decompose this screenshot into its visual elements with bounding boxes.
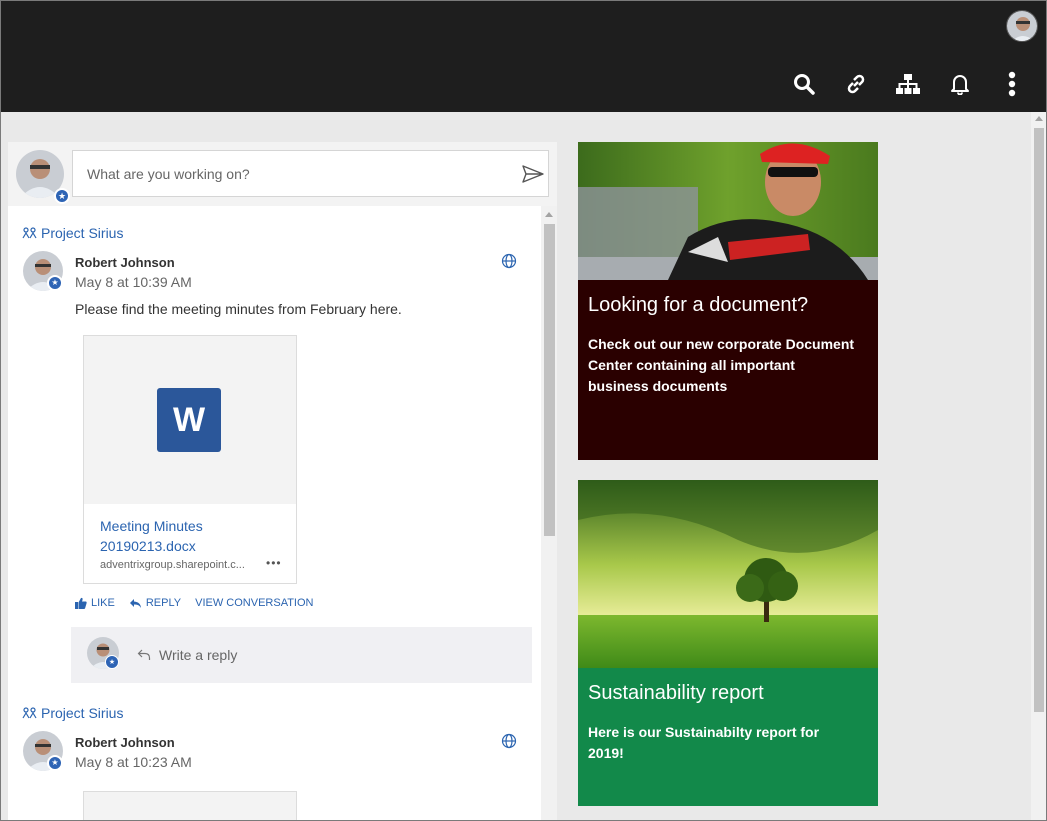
sitemap-icon[interactable] bbox=[894, 70, 922, 98]
group-link[interactable]: Project Sirius bbox=[22, 225, 123, 241]
attachment-card[interactable]: W Meeting Minutes 20190213.docx adventri… bbox=[83, 335, 297, 584]
reply-box: ★ Write a reply bbox=[71, 627, 532, 683]
user-avatar[interactable] bbox=[1006, 10, 1038, 42]
promo-card-sustainability[interactable]: Sustainability report Here is our Sustai… bbox=[578, 480, 878, 806]
attachment-card[interactable] bbox=[83, 791, 297, 821]
search-icon[interactable] bbox=[790, 70, 818, 98]
scroll-up-arrow[interactable] bbox=[1035, 116, 1043, 121]
post-date[interactable]: May 8 at 10:39 AM bbox=[75, 274, 192, 290]
reply-placeholder[interactable]: Write a reply bbox=[159, 647, 237, 663]
composer-input[interactable]: What are you working on? bbox=[72, 150, 549, 197]
attachment-title[interactable]: Meeting Minutes 20190213.docx bbox=[100, 516, 280, 556]
group-link[interactable]: Project Sirius bbox=[22, 705, 123, 721]
like-label[interactable]: LIKE bbox=[91, 597, 115, 609]
reply-arrow-icon bbox=[137, 649, 151, 660]
cyclist-image bbox=[578, 142, 878, 280]
author-name[interactable]: Robert Johnson bbox=[75, 255, 175, 270]
post-composer: ★ What are you working on? bbox=[8, 142, 557, 206]
scrollbar-thumb[interactable] bbox=[544, 224, 555, 536]
post-actions: LIKE REPLY VIEW CONVERSATION bbox=[75, 597, 314, 609]
like-button[interactable]: LIKE bbox=[75, 597, 115, 609]
composer-avatar: ★ bbox=[16, 150, 70, 204]
star-badge-icon: ★ bbox=[105, 655, 119, 669]
feed-scrollbar[interactable] bbox=[541, 206, 557, 821]
star-badge-icon: ★ bbox=[54, 188, 70, 204]
author-name[interactable]: Robert Johnson bbox=[75, 735, 175, 750]
page-scrollbar[interactable] bbox=[1031, 112, 1047, 821]
promo-title[interactable]: Sustainability report bbox=[588, 682, 764, 705]
tree-landscape-image bbox=[578, 480, 878, 668]
link-icon[interactable] bbox=[842, 70, 870, 98]
send-icon[interactable] bbox=[522, 164, 544, 184]
promo-text: Here is our Sustainabilty report for 201… bbox=[588, 724, 820, 761]
post-text: Please find the meeting minutes from Feb… bbox=[75, 301, 402, 317]
word-icon: W bbox=[157, 388, 221, 452]
promo-title[interactable]: Looking for a document? bbox=[588, 294, 808, 317]
reply-icon bbox=[129, 598, 141, 608]
group-name[interactable]: Project Sirius bbox=[41, 225, 123, 241]
reply-button[interactable]: REPLY bbox=[129, 597, 181, 609]
reply-input[interactable]: Write a reply bbox=[137, 647, 237, 663]
view-conversation-button[interactable]: VIEW CONVERSATION bbox=[195, 597, 313, 609]
more-horizontal-icon[interactable]: ••• bbox=[266, 556, 282, 570]
globe-icon bbox=[501, 733, 517, 749]
promo-text: Check out our new corporate Document Cen… bbox=[588, 336, 855, 394]
group-name[interactable]: Project Sirius bbox=[41, 705, 123, 721]
author-avatar[interactable]: ★ bbox=[23, 731, 63, 771]
bell-icon[interactable] bbox=[946, 70, 974, 98]
attachment-url: adventrixgroup.sharepoint.c... bbox=[100, 559, 245, 571]
globe-icon bbox=[501, 253, 517, 269]
promo-card-document-center[interactable]: Looking for a document? Check out our ne… bbox=[578, 142, 878, 460]
star-badge-icon: ★ bbox=[47, 275, 63, 291]
group-icon bbox=[22, 227, 37, 239]
group-icon bbox=[22, 707, 37, 719]
feed: Project Sirius ★ Robert Johnson May 8 at… bbox=[8, 206, 557, 821]
author-avatar[interactable]: ★ bbox=[23, 251, 63, 291]
thumbs-up-icon bbox=[75, 597, 87, 609]
scrollbar-thumb[interactable] bbox=[1034, 128, 1044, 712]
post-date[interactable]: May 8 at 10:23 AM bbox=[75, 754, 192, 770]
more-vertical-icon[interactable] bbox=[998, 70, 1026, 98]
star-badge-icon: ★ bbox=[47, 755, 63, 771]
reply-avatar: ★ bbox=[87, 637, 119, 669]
attachment-preview[interactable]: W bbox=[84, 336, 296, 504]
top-bar bbox=[0, 0, 1047, 112]
scroll-up-arrow[interactable] bbox=[545, 212, 553, 217]
reply-label[interactable]: REPLY bbox=[146, 597, 181, 609]
